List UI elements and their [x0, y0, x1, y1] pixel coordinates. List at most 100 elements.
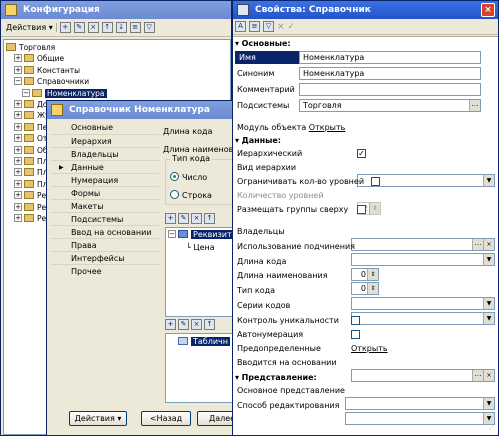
- tree-expand-icon[interactable]: +: [14, 214, 22, 222]
- properties-window-icon: [237, 4, 249, 16]
- tree-expand-icon[interactable]: +: [14, 65, 22, 74]
- price-node[interactable]: └ Цена: [186, 243, 215, 252]
- section-basic-collapse[interactable]: ▾: [235, 39, 239, 48]
- tree-expand-icon[interactable]: −: [14, 77, 22, 86]
- requisite-edit-icon[interactable]: ✎: [178, 213, 189, 224]
- tree-expand-icon[interactable]: +: [14, 191, 22, 200]
- tree-expand-icon[interactable]: +: [14, 122, 22, 131]
- sort-icon[interactable]: ≡: [129, 22, 141, 33]
- prop-hierarchical-label: Иерархический: [237, 149, 303, 158]
- tree-expand-icon[interactable]: +: [14, 134, 22, 143]
- nav-item[interactable]: Формы: [51, 186, 159, 199]
- tabular-delete-icon[interactable]: ×: [191, 319, 202, 330]
- tree-item[interactable]: + Пл: [14, 167, 47, 178]
- edit-mode-select[interactable]: ▼: [345, 412, 495, 425]
- object-module-open-link[interactable]: Открыть: [309, 123, 346, 132]
- nav-item[interactable]: Данные: [51, 160, 159, 174]
- tree-item[interactable]: + Жу: [14, 110, 50, 121]
- tree-item[interactable]: + Общие: [14, 53, 64, 64]
- tabular-edit-icon[interactable]: ✎: [178, 319, 189, 330]
- tree-expand-icon[interactable]: +: [14, 168, 22, 177]
- tree-expand-icon[interactable]: +: [14, 100, 22, 108]
- tree-item[interactable]: − Номенклатура: [22, 88, 107, 99]
- prop-synonym-input[interactable]: Номенклатура: [299, 67, 481, 80]
- requisites-expand[interactable]: −: [168, 230, 176, 238]
- close-icon[interactable]: ×: [481, 3, 495, 17]
- tree-item[interactable]: + Пе: [14, 122, 47, 133]
- nav-item[interactable]: Подсистемы: [51, 212, 159, 225]
- uniqueness-checkbox[interactable]: [351, 316, 360, 325]
- tree-expand-icon[interactable]: −: [22, 88, 30, 97]
- move-down-icon[interactable]: ↓: [115, 22, 127, 33]
- config-actions-menu[interactable]: Действия ▾: [3, 23, 57, 32]
- sort-alpha-icon[interactable]: A: [235, 21, 246, 32]
- limit-levels-checkbox[interactable]: [371, 177, 380, 186]
- nav-item[interactable]: Права: [51, 238, 159, 251]
- tree-item[interactable]: + Об: [14, 145, 48, 156]
- prop-predefined: Предопределенные Открыть: [237, 342, 496, 355]
- radio-string[interactable]: [170, 190, 179, 199]
- nav-item[interactable]: Прочее: [51, 264, 159, 277]
- tabular-node[interactable]: Табличн: [178, 337, 230, 346]
- tree-expand-icon[interactable]: +: [14, 157, 22, 165]
- section-data-collapse[interactable]: ▾: [235, 136, 239, 145]
- section-presentation-collapse[interactable]: ▾: [235, 373, 239, 382]
- radio-number[interactable]: [170, 172, 179, 181]
- tree-item[interactable]: + Ре: [14, 190, 46, 201]
- groups-top-checkbox[interactable]: [357, 205, 366, 214]
- prop-name-input[interactable]: Номенклатура: [299, 51, 481, 64]
- nav-item[interactable]: Владельцы: [51, 147, 159, 160]
- tree-item[interactable]: + От: [14, 133, 47, 144]
- tree-item[interactable]: + Пл: [14, 179, 47, 190]
- prop-subsystems-input[interactable]: Торговля …: [299, 99, 481, 112]
- tree-item[interactable]: + Константы: [14, 65, 80, 76]
- edit-icon[interactable]: ✎: [73, 22, 85, 33]
- nav-item[interactable]: Иерархия: [51, 134, 159, 147]
- folder-icon: [6, 43, 16, 51]
- tree-expand-icon[interactable]: +: [14, 145, 22, 154]
- tabular-add-icon[interactable]: +: [165, 319, 176, 330]
- nav-item[interactable]: Ввод на основании: [51, 225, 159, 238]
- tree-item[interactable]: + До: [14, 99, 47, 110]
- code-type-string[interactable]: Строка: [170, 190, 212, 200]
- autonumbering-checkbox[interactable]: [351, 330, 360, 339]
- cancel-icon[interactable]: ×: [277, 22, 285, 32]
- hierarchical-checkbox[interactable]: ✓: [357, 149, 366, 158]
- delete-icon[interactable]: ×: [87, 22, 99, 33]
- nav-item[interactable]: Интерфейсы: [51, 251, 159, 264]
- nav-item[interactable]: Нумерация: [51, 173, 159, 186]
- tree-item[interactable]: − Справочники: [14, 76, 89, 87]
- properties-resize-grip[interactable]: ⋰: [486, 423, 496, 433]
- prop-comment-input[interactable]: [299, 83, 481, 96]
- subsystems-select-icon[interactable]: …: [469, 100, 480, 111]
- nav-item[interactable]: Основные: [51, 121, 159, 134]
- tree-expand-icon[interactable]: +: [14, 202, 22, 211]
- requisite-add-icon[interactable]: +: [165, 213, 176, 224]
- predefined-open-link[interactable]: Открыть: [351, 342, 388, 355]
- code-type-number[interactable]: Число: [170, 172, 207, 182]
- tree-item[interactable]: + Ре: [14, 213, 46, 224]
- tree-item-label: Торговля: [19, 43, 56, 52]
- tree-expand-icon[interactable]: +: [14, 111, 22, 120]
- filter-icon[interactable]: ▽: [143, 22, 155, 33]
- section-presentation[interactable]: ▾ Представление:: [235, 371, 496, 384]
- requisite-delete-icon[interactable]: ×: [191, 213, 202, 224]
- section-basic[interactable]: ▾ Основные:: [235, 37, 496, 50]
- add-icon[interactable]: +: [59, 22, 71, 33]
- requisite-up-icon[interactable]: ↑: [204, 213, 215, 224]
- apply-icon[interactable]: ✓: [288, 22, 296, 32]
- tree-item[interactable]: + Пл: [14, 156, 47, 167]
- filter-props-icon[interactable]: ▽: [263, 21, 274, 32]
- tree-expand-icon[interactable]: +: [14, 54, 22, 63]
- nav-item[interactable]: Макеты: [51, 199, 159, 212]
- requisites-node[interactable]: − Реквизит: [168, 230, 234, 239]
- tree-item[interactable]: Торговля: [6, 42, 55, 53]
- tabular-up-icon[interactable]: ↑: [204, 319, 215, 330]
- tree-expand-icon[interactable]: +: [14, 179, 22, 188]
- section-data[interactable]: ▾ Данные:: [235, 134, 496, 147]
- tree-item[interactable]: + Ре: [14, 202, 46, 213]
- catalog-actions-button[interactable]: Действия ▾: [69, 411, 127, 426]
- back-button[interactable]: <Назад: [141, 411, 191, 426]
- move-up-icon[interactable]: ↑: [101, 22, 113, 33]
- categorize-icon[interactable]: ≡: [249, 21, 260, 32]
